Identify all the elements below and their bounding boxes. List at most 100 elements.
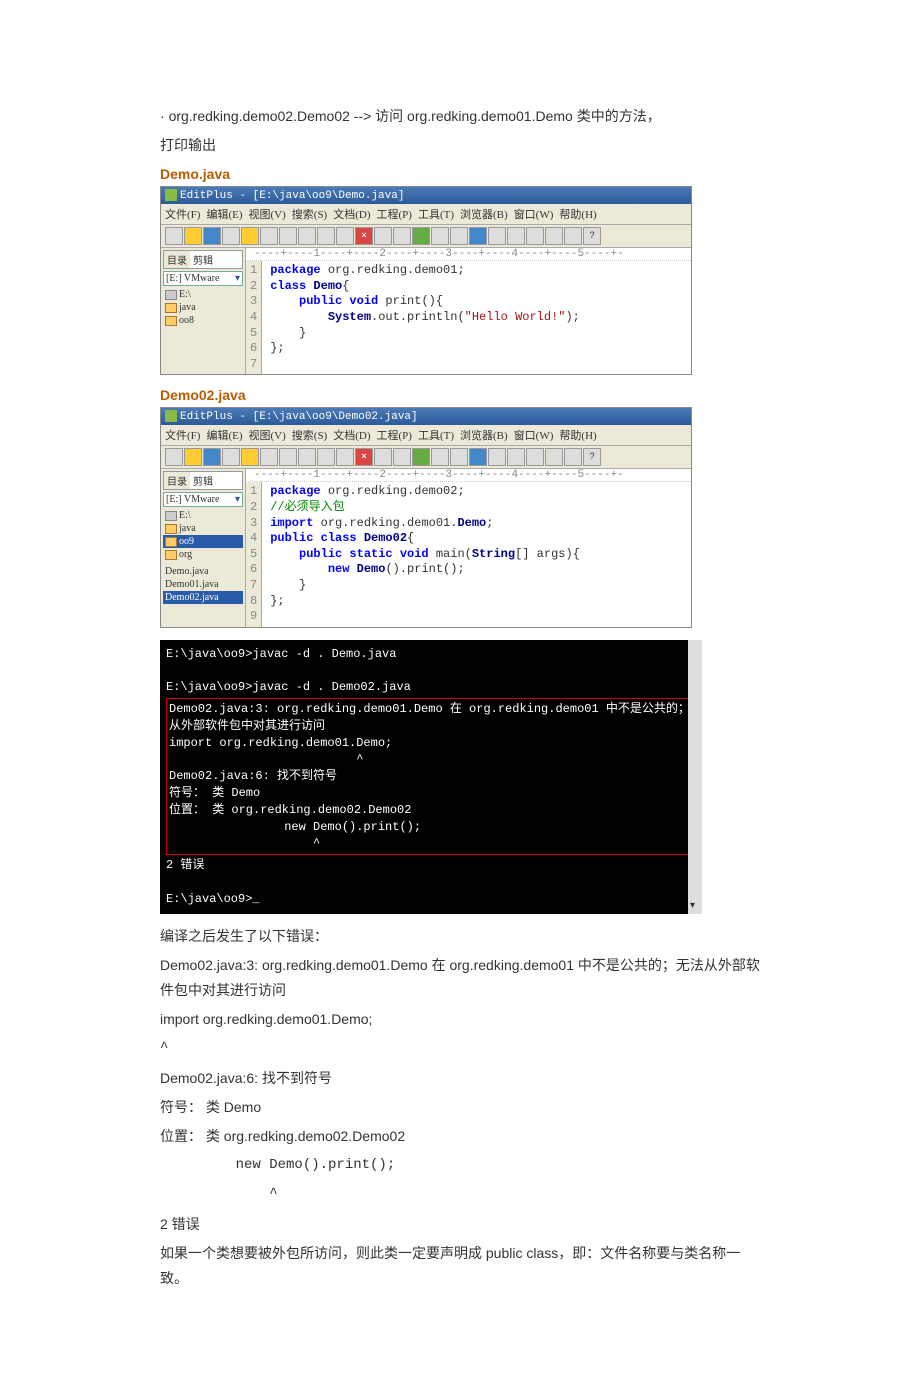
print-icon[interactable] [260, 227, 278, 245]
undo-icon[interactable] [374, 227, 392, 245]
drive-combo[interactable]: [E:] VMware [163, 271, 243, 286]
tree-item[interactable]: oo9 [163, 535, 243, 548]
code-text[interactable]: package org.redking.demo02; //必须导入包 impo… [262, 482, 588, 626]
menu-item[interactable]: 帮助(H) [559, 209, 596, 221]
wrap-icon[interactable] [488, 227, 506, 245]
delete-icon[interactable]: × [355, 448, 373, 466]
replace-icon[interactable] [431, 227, 449, 245]
new-icon[interactable] [165, 227, 183, 245]
menu-item[interactable]: 工程(P) [377, 209, 412, 221]
scrollbar[interactable] [688, 640, 702, 914]
redo-icon[interactable] [393, 227, 411, 245]
tree-item[interactable]: E:\ [163, 509, 243, 522]
menu-item[interactable]: 工程(P) [377, 430, 412, 442]
paste-icon[interactable] [336, 227, 354, 245]
ruler-icon[interactable] [526, 227, 544, 245]
menu-item[interactable]: 浏览器(B) [460, 430, 508, 442]
menu-item[interactable]: 搜索(S) [292, 430, 327, 442]
browser-icon[interactable] [564, 448, 582, 466]
menu-item[interactable]: 文档(D) [333, 430, 370, 442]
cut-icon[interactable] [298, 448, 316, 466]
goto-icon[interactable] [450, 227, 468, 245]
browser-icon[interactable] [564, 227, 582, 245]
redo-icon[interactable] [393, 448, 411, 466]
find-icon[interactable] [412, 227, 430, 245]
tree-item[interactable]: oo8 [163, 314, 243, 327]
menu-item[interactable]: 帮助(H) [559, 430, 596, 442]
open-icon[interactable] [184, 448, 202, 466]
drive-combo[interactable]: [E:] VMware [163, 492, 243, 507]
code-area[interactable]: ----+----1----+----2----+----3----+----4… [246, 248, 691, 374]
help-icon[interactable]: ? [583, 227, 601, 245]
toolbar[interactable]: ×? [161, 446, 691, 469]
wrap-icon[interactable] [488, 448, 506, 466]
menu-item[interactable]: 工具(T) [418, 209, 454, 221]
toolbar[interactable]: ×? [161, 225, 691, 248]
menu-item[interactable]: 工具(T) [418, 430, 454, 442]
tree-item[interactable]: E:\ [163, 288, 243, 301]
paste-icon[interactable] [336, 448, 354, 466]
menu-item[interactable]: 文件(F) [165, 430, 200, 442]
tab-dir[interactable]: 目录 [164, 251, 190, 268]
new-icon[interactable] [165, 448, 183, 466]
save-icon[interactable] [203, 227, 221, 245]
gutter: 123456789 [246, 482, 262, 626]
section-demo-java: Demo.java [160, 166, 760, 182]
help-icon[interactable]: ? [583, 448, 601, 466]
preview-icon[interactable] [279, 448, 297, 466]
cut-icon[interactable] [298, 227, 316, 245]
tree-item[interactable]: org [163, 548, 243, 561]
menu-bar[interactable]: 文件(F) 编辑(E) 视图(V) 搜索(S) 文档(D) 工程(P) 工具(T) 浏览器(B… [161, 425, 691, 446]
folder-icon[interactable] [241, 227, 259, 245]
find-icon[interactable] [412, 448, 430, 466]
cfg-icon[interactable] [545, 227, 563, 245]
menu-item[interactable]: 视图(V) [249, 209, 286, 221]
tree-item[interactable]: java [163, 522, 243, 535]
file-item[interactable]: Demo02.java [163, 591, 243, 604]
folder-icon [165, 316, 177, 326]
save-icon[interactable] [203, 448, 221, 466]
copy-icon[interactable] [317, 227, 335, 245]
code-text[interactable]: package org.redking.demo01; class Demo{ … [262, 261, 588, 374]
tree-item[interactable]: java [163, 301, 243, 314]
code-area[interactable]: ----+----1----+----2----+----3----+----4… [246, 469, 691, 626]
console-error-line: 从外部软件包中对其进行访问 [169, 718, 693, 735]
num-icon[interactable] [507, 227, 525, 245]
side-tabs[interactable]: 目录剪辑 [163, 471, 243, 490]
tab-clip[interactable]: 剪辑 [190, 251, 216, 268]
app-icon [165, 410, 177, 422]
menu-item[interactable]: 搜索(S) [292, 209, 327, 221]
replace-icon[interactable] [431, 448, 449, 466]
menu-item[interactable]: 窗口(W) [514, 430, 554, 442]
menu-item[interactable]: 视图(V) [249, 430, 286, 442]
menu-item[interactable]: 编辑(E) [206, 209, 242, 221]
menu-item[interactable]: 编辑(E) [206, 430, 242, 442]
bold-icon[interactable] [469, 227, 487, 245]
folder-icon[interactable] [241, 448, 259, 466]
menu-item[interactable]: 文件(F) [165, 209, 200, 221]
menu-item[interactable]: 浏览器(B) [460, 209, 508, 221]
preview-icon[interactable] [279, 227, 297, 245]
undo-icon[interactable] [374, 448, 392, 466]
saveall-icon[interactable] [222, 448, 240, 466]
menu-item[interactable]: 文档(D) [333, 209, 370, 221]
tab-dir[interactable]: 目录 [164, 472, 190, 489]
file-item[interactable]: Demo.java [163, 565, 243, 578]
num-icon[interactable] [507, 448, 525, 466]
console-window: E:\java\oo9>javac -d . Demo.java E:\java… [160, 640, 702, 914]
menu-bar[interactable]: 文件(F) 编辑(E) 视图(V) 搜索(S) 文档(D) 工程(P) 工具(T) 浏览器(B… [161, 204, 691, 225]
ruler-icon[interactable] [526, 448, 544, 466]
copy-icon[interactable] [317, 448, 335, 466]
print-icon[interactable] [260, 448, 278, 466]
file-item[interactable]: Demo01.java [163, 578, 243, 591]
tab-clip[interactable]: 剪辑 [190, 472, 216, 489]
open-icon[interactable] [184, 227, 202, 245]
cfg-icon[interactable] [545, 448, 563, 466]
bold-icon[interactable] [469, 448, 487, 466]
window-title-bar: EditPlus - [E:\java\oo9\Demo.java] [161, 187, 691, 204]
goto-icon[interactable] [450, 448, 468, 466]
menu-item[interactable]: 窗口(W) [514, 209, 554, 221]
delete-icon[interactable]: × [355, 227, 373, 245]
side-tabs[interactable]: 目录剪辑 [163, 250, 243, 269]
saveall-icon[interactable] [222, 227, 240, 245]
